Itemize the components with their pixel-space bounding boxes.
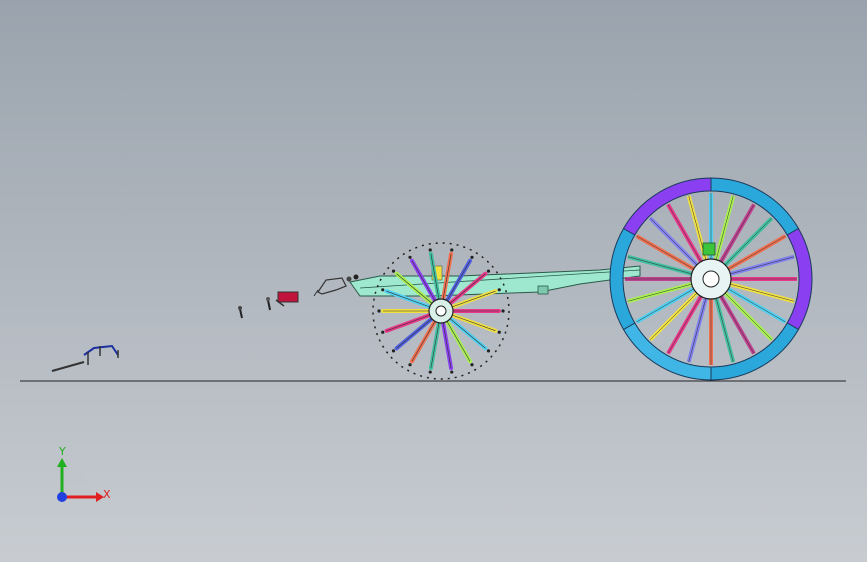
drive-wheel-spoke-edge [715,195,734,260]
triad-y-label: Y [58,445,66,458]
drive-wheel-mount-block[interactable] [702,242,716,256]
triad-y-arrow [57,458,67,467]
rake-tine-tip [470,255,474,259]
triad-x-label: X [103,488,111,501]
rake-tine-tip [497,330,501,334]
model-scene[interactable]: X Y [0,0,867,562]
part-pin-2[interactable] [266,297,271,311]
coordinate-triad: X Y [57,445,111,502]
drive-wheel-spoke-edge [688,298,707,363]
drive-wheel-spoke-edge [715,298,734,363]
rake-wheel[interactable] [372,242,510,380]
part-red-block[interactable] [275,291,299,307]
triad-arc [62,467,92,497]
part-pin-1[interactable] [238,306,243,319]
rake-tine-tip [428,370,432,374]
rake-tine-tip [408,363,412,367]
rake-tine-tip [381,330,385,334]
rake-tine-tip [501,309,505,313]
triad-z-axis [57,492,67,502]
rake-tine-tip [391,349,396,353]
part-link-assembly[interactable] [51,344,119,372]
rake-tine-tip [391,269,396,273]
rake-tine-tip [470,363,474,367]
rake-tine-tip [497,288,501,292]
rake-hub-bore [435,305,447,317]
rake-tine-tip [428,248,432,252]
rake-tine-tip [408,255,412,259]
drive-wheel-spoke-edge [730,256,795,275]
drive-wheel-spoke-edge [627,283,692,302]
rake-tine-tip [450,370,454,374]
rake-tine-tip [377,309,381,313]
rake-tine-tip [450,248,454,252]
drive-wheel-bore [702,270,720,288]
graphics-viewport[interactable]: X Y [0,0,867,562]
drive-wheel[interactable] [609,177,813,381]
exploded-small-parts[interactable] [51,274,359,372]
rake-tine-tip [486,269,491,273]
rake-tine-tip [486,349,491,353]
drive-wheel-spoke-edge [730,283,795,302]
rake-tine-tip [381,288,385,292]
